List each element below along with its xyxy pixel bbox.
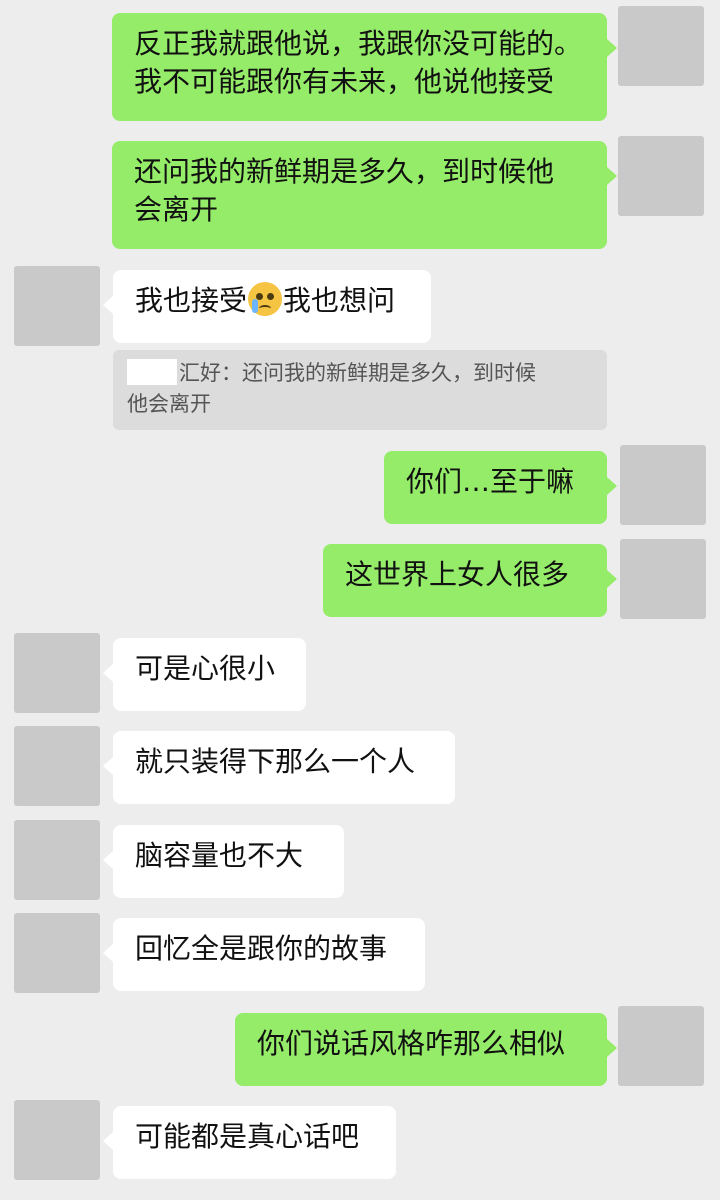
message-bubble-outgoing[interactable]: 这世界上女人很多 — [323, 544, 617, 617]
avatar-self[interactable] — [620, 445, 706, 525]
message-text-line: 会离开 — [134, 193, 219, 226]
quote-first-line: 汇好：还问我的新鲜期是多久，到时候 — [127, 358, 593, 389]
message-text: 我也想问 — [283, 284, 396, 317]
avatar-contact[interactable] — [14, 820, 100, 900]
avatar-self[interactable] — [618, 6, 704, 86]
message-bubble-incoming[interactable]: 就只装得下那么一个人 — [103, 731, 455, 804]
quote-sender: 汇好： — [179, 361, 242, 385]
message-text-line: 还问我的新鲜期是多久，到时候他 — [134, 155, 555, 188]
message-bubble-outgoing[interactable]: 反正我就跟他说，我跟你没可能的。 我不可能跟你有未来，他说他接受 — [112, 13, 617, 121]
message-text: 可能都是真心话吧 — [135, 1120, 360, 1153]
avatar-self[interactable] — [618, 136, 704, 216]
quoted-message[interactable]: 汇好：还问我的新鲜期是多久，到时候 他会离开 — [113, 350, 607, 430]
message-bubble-outgoing[interactable]: 你们…至于嘛 — [384, 451, 617, 524]
message-text: 你们…至于嘛 — [406, 465, 575, 498]
message-bubble-incoming[interactable]: 回忆全是跟你的故事 — [103, 918, 425, 991]
message-bubble-incoming[interactable]: 我也接受 我也想问 — [103, 270, 431, 343]
avatar-contact[interactable] — [14, 913, 100, 993]
message-text: 你们说话风格咋那么相似 — [257, 1027, 566, 1060]
message-bubble-incoming[interactable]: 脑容量也不大 — [103, 825, 344, 898]
message-text: 脑容量也不大 — [135, 839, 304, 872]
chat-area: 反正我就跟他说，我跟你没可能的。 我不可能跟你有未来，他说他接受 还问我的新鲜期… — [0, 0, 720, 1200]
message-text-line: 我不可能跟你有未来，他说他接受 — [134, 65, 555, 98]
avatar-contact[interactable] — [14, 726, 100, 806]
avatar-self[interactable] — [620, 539, 706, 619]
crying-face-emoji-icon — [248, 282, 283, 316]
message-text: 就只装得下那么一个人 — [135, 745, 416, 778]
message-text-line: 反正我就跟他说，我跟你没可能的。 — [134, 27, 583, 60]
message-text: 回忆全是跟你的故事 — [135, 932, 388, 965]
message-text: 可是心很小 — [135, 652, 276, 685]
avatar-contact[interactable] — [14, 633, 100, 713]
redacted-sender-name — [127, 359, 177, 385]
message-text: 我也接受 — [135, 284, 248, 317]
avatar-contact[interactable] — [14, 266, 100, 346]
quote-text: 还问我的新鲜期是多久，到时候 — [242, 361, 536, 385]
message-bubble-incoming[interactable]: 可能都是真心话吧 — [103, 1106, 396, 1179]
quote-text: 他会离开 — [127, 392, 211, 416]
message-bubble-outgoing[interactable]: 还问我的新鲜期是多久，到时候他 会离开 — [112, 141, 617, 249]
avatar-contact[interactable] — [14, 1100, 100, 1180]
message-bubble-incoming[interactable]: 可是心很小 — [103, 638, 306, 711]
message-bubble-outgoing[interactable]: 你们说话风格咋那么相似 — [235, 1013, 617, 1086]
avatar-self[interactable] — [618, 1006, 704, 1086]
message-text: 这世界上女人很多 — [345, 558, 570, 591]
